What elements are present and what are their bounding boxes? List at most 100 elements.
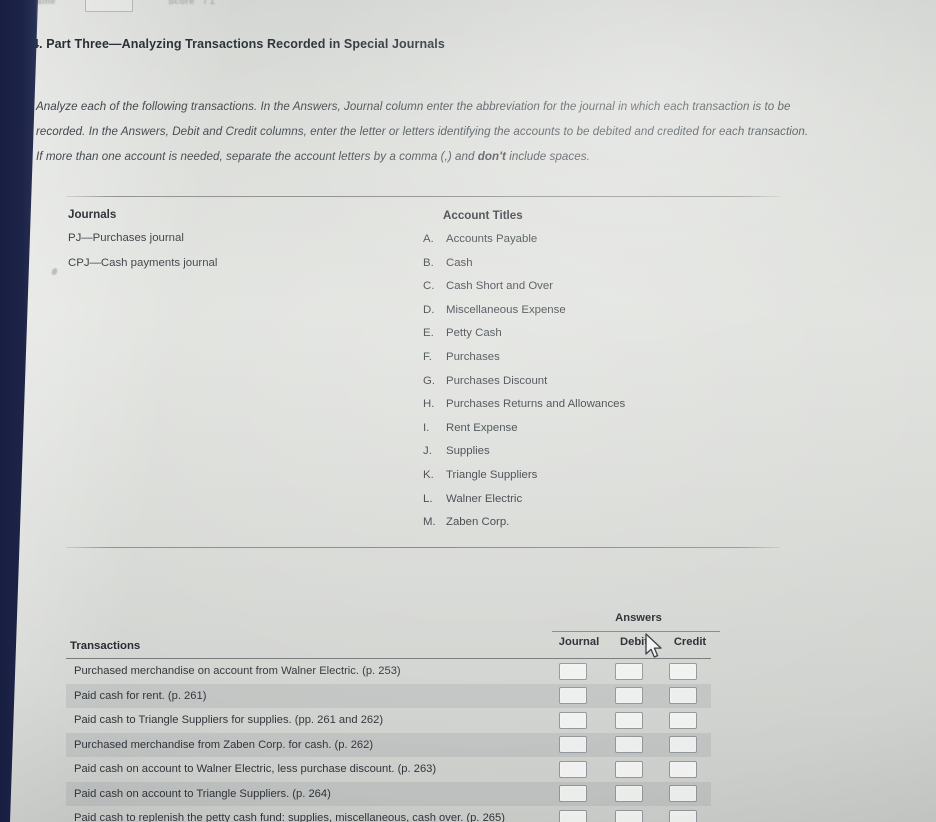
answers-group-header: Answers xyxy=(615,612,662,624)
photographed-worksheet-page: Name Score / 1 4. Part Three—Analyzing T… xyxy=(0,0,936,822)
debit-answer-box[interactable] xyxy=(614,736,643,754)
credit-answer-box[interactable] xyxy=(669,736,697,754)
transaction-description: Paid cash for rent. (p. 261) xyxy=(74,689,207,702)
credit-answer-box-cell xyxy=(655,711,711,729)
instructions-line-2: recorded. In the Answers, Debit and Cred… xyxy=(36,125,809,138)
credit-answer-box[interactable] xyxy=(669,711,697,729)
account-title-letter: F. xyxy=(423,350,432,363)
score-field-label: Score xyxy=(168,0,195,6)
answers-table-body: Purchased merchandise on account from Wa… xyxy=(66,659,711,822)
account-title-item: A. Accounts Payable xyxy=(423,233,753,257)
account-title-label: Accounts Payable xyxy=(446,233,538,245)
account-title-item: H. Purchases Returns and Allowances xyxy=(423,398,753,422)
journal-answer-box-cell xyxy=(543,760,602,778)
account-title-item: B. Cash xyxy=(423,257,753,281)
journal-answer-box[interactable] xyxy=(558,760,587,778)
credit-answer-box[interactable] xyxy=(669,785,697,803)
table-row: Purchased merchandise on account from Wa… xyxy=(66,659,711,684)
column-header-debit: Debit xyxy=(620,636,648,648)
column-header-transactions: Transactions xyxy=(70,640,141,652)
debit-answer-box-cell xyxy=(602,785,655,803)
credit-answer-box-cell xyxy=(655,785,711,803)
journal-item-cpj: CPJ—Cash payments journal xyxy=(68,257,218,269)
account-title-item: I. Rent Expense xyxy=(423,422,753,446)
table-row: Paid cash to replenish the petty cash fu… xyxy=(66,806,711,822)
debit-answer-box[interactable] xyxy=(614,711,643,729)
account-title-label: Walner Electric xyxy=(446,492,523,505)
account-title-letter: B. xyxy=(423,256,434,269)
account-title-label: Petty Cash xyxy=(446,327,502,340)
journals-heading: Journals xyxy=(68,208,117,221)
transaction-description: Paid cash on account to Triangle Supplie… xyxy=(74,787,331,800)
answers-group-underline xyxy=(552,631,720,632)
account-title-item: D. Miscellaneous Expense xyxy=(423,304,753,328)
debit-answer-box[interactable] xyxy=(614,785,643,803)
debit-answer-box[interactable] xyxy=(614,760,643,778)
journal-answer-box[interactable] xyxy=(558,687,587,705)
journal-answer-box-cell xyxy=(543,711,602,729)
debit-answer-box-cell xyxy=(602,760,655,778)
journal-answer-box-cell xyxy=(543,736,602,754)
account-title-item: J. Supplies xyxy=(423,445,753,469)
journal-answer-box[interactable] xyxy=(558,809,587,822)
name-field-label: Name xyxy=(30,0,56,6)
journal-answer-box-cell xyxy=(543,785,602,803)
account-title-letter: D. xyxy=(423,303,435,316)
credit-answer-box-cell xyxy=(655,662,711,680)
journal-answer-box[interactable] xyxy=(558,785,587,803)
account-title-label: Supplies xyxy=(446,445,490,458)
transaction-description: Paid cash to Triangle Suppliers for supp… xyxy=(74,714,384,727)
instructions-line-3-part-a: If more than one account is needed, sepa… xyxy=(36,150,478,163)
instructions: Analyze each of the following transactio… xyxy=(36,94,898,169)
account-title-letter: M. xyxy=(423,516,436,529)
journal-item-pj: PJ—Purchases journal xyxy=(68,232,184,244)
name-field-box[interactable] xyxy=(85,0,133,12)
account-title-item: K. Triangle Suppliers xyxy=(423,469,753,493)
debit-answer-box[interactable] xyxy=(614,809,643,822)
journal-answer-box[interactable] xyxy=(558,736,587,754)
instructions-line-3: If more than one account is needed, sepa… xyxy=(36,144,898,169)
account-title-label: Rent Expense xyxy=(446,421,518,434)
debit-answer-box-cell xyxy=(602,687,655,705)
credit-answer-box-cell xyxy=(655,760,711,778)
account-title-letter: A. xyxy=(423,233,434,245)
score-field-value: / 1 xyxy=(204,0,215,6)
credit-answer-box[interactable] xyxy=(669,662,697,680)
paper-speck xyxy=(51,267,58,276)
instructions-emphasis-dont: don't xyxy=(477,150,506,163)
debit-answer-box[interactable] xyxy=(614,662,643,680)
account-title-item: M. Zaben Corp. xyxy=(423,516,753,540)
credit-answer-box[interactable] xyxy=(669,687,697,705)
table-row: Paid cash for rent. (p. 261) xyxy=(66,683,711,708)
journal-answer-box[interactable] xyxy=(558,662,587,680)
account-title-label: Miscellaneous Expense xyxy=(446,303,566,316)
table-row: Purchased merchandise from Zaben Corp. f… xyxy=(66,732,711,757)
debit-answer-box-cell xyxy=(602,711,655,729)
account-title-label: Cash xyxy=(446,256,473,269)
account-title-letter: K. xyxy=(423,468,434,481)
account-title-item: C. Cash Short and Over xyxy=(423,280,753,304)
section-title: 4. Part Three—Analyzing Transactions Rec… xyxy=(32,37,445,51)
account-title-letter: L. xyxy=(423,492,433,505)
instructions-line-1: Analyze each of the following transactio… xyxy=(36,100,791,113)
account-title-label: Cash Short and Over xyxy=(446,280,553,293)
account-titles-heading: Account Titles xyxy=(443,209,523,222)
credit-answer-box[interactable] xyxy=(669,760,697,778)
debit-answer-box[interactable] xyxy=(614,687,643,705)
account-title-letter: C. xyxy=(423,280,435,293)
column-header-journal: Journal xyxy=(558,636,600,648)
worksheet-header-strip: Name Score / 1 xyxy=(0,0,936,14)
transaction-description: Paid cash to replenish the petty cash fu… xyxy=(74,812,505,822)
transaction-description: Purchased merchandise from Zaben Corp. f… xyxy=(74,738,374,751)
account-title-label: Zaben Corp. xyxy=(446,516,510,529)
column-header-credit: Credit xyxy=(673,636,707,648)
account-title-label: Purchases Discount xyxy=(446,374,548,387)
credit-answer-box-cell xyxy=(655,809,711,822)
journal-answer-box[interactable] xyxy=(558,711,587,729)
credit-answer-box[interactable] xyxy=(669,809,697,822)
account-title-label: Purchases Returns and Allowances xyxy=(446,398,626,411)
debit-answer-box-cell xyxy=(602,809,655,822)
journal-answer-box-cell xyxy=(543,662,602,680)
credit-answer-box-cell xyxy=(655,687,711,705)
account-title-item: F. Purchases xyxy=(423,351,753,375)
